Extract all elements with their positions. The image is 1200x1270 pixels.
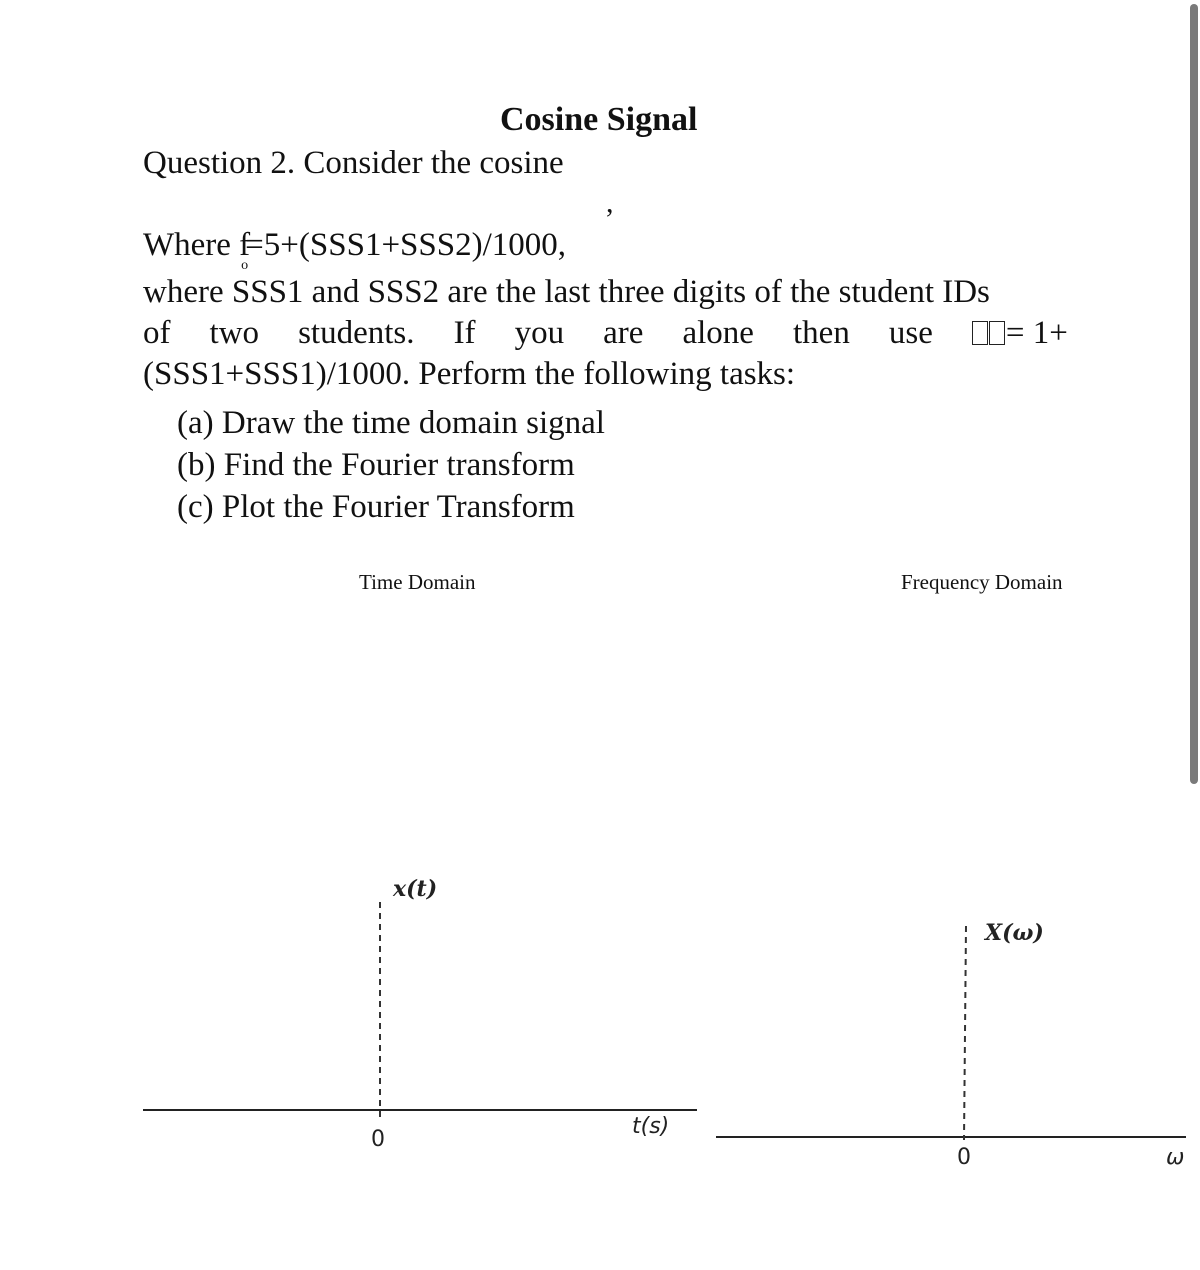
task-item-a: (a) Draw the time domain signal — [177, 405, 605, 441]
paragraph-line-2: of two students. If you are alone then u… — [143, 313, 1068, 354]
frequency-definition: Where fo=5+(SSS1+SSS2)/1000, — [143, 225, 567, 273]
f-subscript: o — [241, 258, 249, 273]
scrollbar-thumb[interactable] — [1190, 4, 1198, 784]
stray-comma: , — [606, 186, 614, 219]
formula-tail: = 1+ — [1005, 315, 1068, 351]
missing-glyph-formula: = 1+ — [971, 313, 1068, 354]
time-domain-heading: Time Domain — [359, 570, 476, 594]
word: alone — [682, 315, 754, 351]
question-line: Question 2. Consider the cosine — [143, 145, 564, 181]
frequency-vertical-dashed-axis — [963, 925, 967, 1141]
instructions-paragraph: where SSS1 and SSS2 are the last three d… — [143, 272, 1068, 395]
frequency-domain-heading: Frequency Domain — [901, 570, 1063, 594]
frequency-y-axis-label: X(ω) — [985, 920, 1044, 946]
word: then — [793, 315, 850, 351]
word: use — [888, 315, 933, 351]
task-item-b: (b) Find the Fourier transform — [177, 447, 575, 483]
frequency-origin-label: 0 — [957, 1145, 971, 1170]
paragraph-line-3: (SSS1+SSS1)/1000. Perform the following … — [143, 356, 796, 392]
blank-plot-axes — [143, 902, 1200, 1141]
word: of — [143, 315, 171, 351]
word: students. — [298, 315, 415, 351]
document-title: Cosine Signal — [500, 101, 698, 138]
missing-glyph-icon — [971, 321, 988, 345]
paragraph-line-1: where SSS1 and SSS2 are the last three d… — [143, 274, 990, 310]
time-y-axis-label: x(t) — [393, 876, 438, 902]
task-item-c: (c) Plot the Fourier Transform — [177, 489, 575, 525]
where-prefix: Where f — [143, 227, 251, 263]
where-formula: =5+(SSS1+SSS2)/1000, — [245, 227, 567, 263]
time-origin-label: 0 — [371, 1127, 385, 1152]
word: are — [603, 315, 644, 351]
word: two — [209, 315, 260, 351]
time-x-axis-label: t(s) — [632, 1114, 670, 1139]
missing-glyph-icon — [988, 321, 1005, 345]
task-list: (a) Draw the time domain signal (b) Find… — [177, 402, 605, 528]
word: If — [453, 315, 476, 351]
word: you — [514, 315, 565, 351]
